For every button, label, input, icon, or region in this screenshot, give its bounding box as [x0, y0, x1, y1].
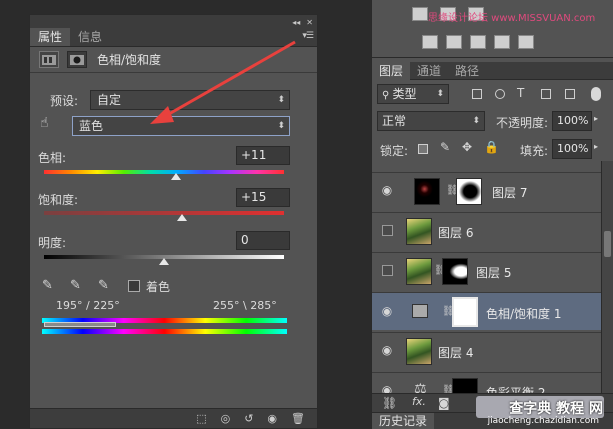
lock-transparent-icon[interactable] — [418, 144, 428, 154]
layer-mask-thumbnail — [442, 258, 468, 285]
layer-name: 色彩平衡 2 — [486, 386, 546, 393]
layer-name: 图层 6 — [438, 226, 474, 240]
layer-row[interactable]: ⛓ 图层 5 — [372, 252, 602, 289]
visibility-eye-icon[interactable]: ◉ — [380, 183, 394, 197]
layer-filter-dropdown[interactable]: ⚲ 类型 ⬍ — [377, 84, 449, 104]
lock-pixels-icon[interactable]: ✎ — [440, 140, 450, 154]
balance-icon: ⚖ — [414, 381, 427, 393]
adjustments-grid: 思缘设计论坛 www.MISSVUAN.com — [372, 0, 613, 58]
layer-row[interactable]: 图层 6 — [372, 212, 602, 249]
tab-history[interactable]: 历史记录 — [372, 413, 435, 429]
scrollbar-thumb[interactable] — [604, 231, 611, 257]
visibility-eye-icon[interactable]: ◉ — [380, 304, 394, 318]
opacity-arrow-icon[interactable]: ▸ — [594, 114, 598, 123]
dropdown-arrow-icon: ⬍ — [472, 116, 480, 126]
filter-smart-icon[interactable] — [565, 89, 575, 99]
vibrance-adjust-icon[interactable] — [422, 35, 438, 49]
layer-mask-thumbnail — [452, 378, 478, 393]
layer-row[interactable]: ◉ ⚖ ⛓ 色彩平衡 2 — [372, 372, 602, 393]
opacity-input[interactable]: 100% — [552, 111, 592, 131]
layer-name: 色相/饱和度 1 — [486, 307, 562, 321]
blend-mode-value: 正常 — [382, 114, 407, 128]
layer-filter-value: 类型 — [392, 87, 417, 101]
visibility-eye-icon[interactable]: ◉ — [380, 343, 394, 357]
fill-input[interactable]: 100% — [552, 139, 592, 159]
layers-tabs: 图层 通道 路径 — [372, 62, 613, 80]
layer-thumbnail — [406, 258, 432, 285]
tab-channels[interactable]: 通道 — [410, 62, 448, 80]
visibility-checkbox[interactable] — [382, 265, 393, 276]
filter-pixel-icon[interactable] — [472, 89, 482, 99]
blend-mode-dropdown[interactable]: 正常 ⬍ — [377, 111, 485, 131]
filter-toggle-icon[interactable] — [591, 87, 601, 101]
lock-position-icon[interactable]: ✥ — [462, 140, 472, 154]
layer-mask-thumbnail — [452, 297, 478, 327]
hue-sat-adjust-icon[interactable] — [446, 35, 462, 49]
photo-filter-adjust-icon[interactable] — [518, 35, 534, 49]
layer-name: 图层 4 — [438, 346, 474, 360]
filter-shape-icon[interactable] — [541, 89, 551, 99]
add-mask-icon[interactable]: ◙ — [438, 396, 450, 410]
visibility-checkbox[interactable] — [382, 225, 393, 236]
dropdown-arrow-icon: ⬍ — [436, 89, 444, 99]
layer-list: ◉ ⛓ 图层 7 图层 6 ⛓ 图层 5 ◉ ⛓ 色相/饱和度 1 ◉ 图层 4… — [372, 161, 602, 393]
color-balance-adjust-icon[interactable] — [470, 35, 486, 49]
layer-row[interactable]: ◉ ⛓ 图层 7 — [372, 172, 602, 209]
layer-row[interactable]: ◉ 图层 4 — [372, 332, 602, 369]
adjustment-layer-icon — [412, 304, 428, 318]
layer-thumbnail — [406, 218, 432, 245]
search-icon: ⚲ — [382, 90, 393, 101]
lock-all-icon[interactable]: 🔒 — [484, 140, 499, 154]
bw-adjust-icon[interactable] — [494, 35, 510, 49]
layer-name: 图层 7 — [492, 186, 528, 200]
layer-name: 图层 5 — [476, 266, 512, 280]
layers-scrollbar[interactable] — [601, 161, 613, 393]
filter-adjustment-icon[interactable] — [495, 89, 505, 99]
tab-layers[interactable]: 图层 — [372, 62, 411, 80]
link-layers-icon[interactable]: ⛓ — [382, 396, 397, 410]
lock-label: 锁定: — [380, 144, 409, 158]
layer-row-selected[interactable]: ◉ ⛓ 色相/饱和度 1 — [372, 292, 602, 330]
layer-thumbnail — [414, 178, 440, 205]
right-dock: 思缘设计论坛 www.MISSVUAN.com 图层 通道 路径 ⚲ 类型 ⬍ … — [371, 0, 613, 429]
fx-icon[interactable]: fx. — [412, 395, 426, 408]
layer-mask-thumbnail — [456, 178, 482, 205]
watermark-title: 查字典 教程 网 — [509, 401, 603, 417]
fill-arrow-icon[interactable]: ▸ — [594, 142, 598, 151]
visibility-eye-icon[interactable]: ◉ — [380, 383, 394, 393]
adjustments-watermark: 思缘设计论坛 www.MISSVUAN.com — [428, 13, 596, 24]
brightness-adjust-icon[interactable] — [412, 7, 428, 21]
fill-label: 填充: — [520, 144, 549, 158]
watermark-url: jiaocheng.chazidian.com — [487, 416, 599, 426]
layer-thumbnail — [406, 338, 432, 365]
filter-type-icon[interactable]: T — [517, 86, 524, 100]
tab-paths[interactable]: 路径 — [448, 62, 486, 80]
opacity-label: 不透明度: — [496, 116, 549, 130]
